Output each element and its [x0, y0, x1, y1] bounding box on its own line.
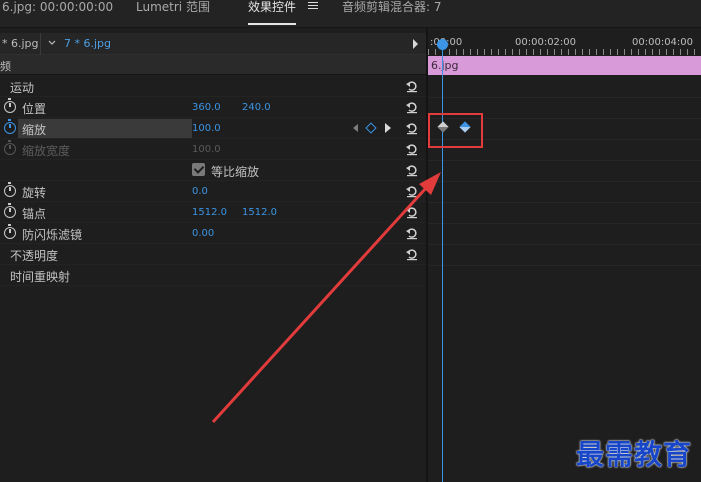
anchor-label: 锚点	[22, 207, 47, 221]
reset-icon[interactable]	[405, 226, 419, 240]
playhead-handle[interactable]	[437, 39, 448, 50]
chevron-down-icon[interactable]	[48, 39, 56, 47]
next-keyframe-icon[interactable]	[385, 123, 391, 133]
timeline-clip[interactable]: 6.jpg	[428, 56, 701, 75]
position-x-value[interactable]: 360.0	[192, 102, 221, 113]
rotation-value[interactable]: 0.0	[192, 186, 208, 197]
video-effects-header: 频	[0, 55, 426, 75]
sequence-clip-label[interactable]: 7 * 6.jpg	[64, 37, 111, 50]
stopwatch-icon[interactable]	[4, 203, 16, 218]
track-line	[428, 181, 701, 182]
stopwatch-icon[interactable]	[4, 182, 16, 197]
scale-value[interactable]: 100.0	[192, 123, 221, 134]
effect-row-anchor-point[interactable]: 锚点 1512.0 1512.0	[0, 202, 426, 223]
opacity-label: 不透明度	[10, 249, 59, 263]
track-line	[428, 97, 701, 98]
add-keyframe-icon[interactable]	[365, 122, 377, 134]
anchor-x-value[interactable]: 1512.0	[192, 207, 227, 218]
position-y-value[interactable]: 240.0	[242, 102, 271, 113]
play-triangle-icon[interactable]	[413, 39, 418, 49]
stopwatch-icon[interactable]	[4, 224, 16, 239]
reset-icon[interactable]	[405, 205, 419, 219]
time-ruler[interactable]: :00:00 00:00:02:00 00:00:04:00	[428, 33, 701, 55]
anchor-y-value[interactable]: 1512.0	[242, 207, 277, 218]
divider	[40, 33, 41, 55]
effect-row-scale-width: 缩放宽度 100.0	[0, 139, 426, 160]
tab-source-monitor[interactable]: 6.jpg: 00:00:00:00	[2, 0, 113, 28]
previous-keyframe-icon[interactable]	[353, 124, 358, 132]
panel-menu-icon[interactable]	[308, 1, 318, 11]
uniform-scale-label: 等比缩放	[211, 165, 260, 179]
position-label: 位置	[22, 102, 47, 116]
clip-name: 6.jpg	[431, 59, 459, 72]
tab-audio-clip-mixer[interactable]: 音频剪辑混合器: 7	[342, 0, 442, 28]
effect-row-scale[interactable]: 缩放 100.0	[0, 118, 426, 139]
anti-flicker-value[interactable]: 0.00	[192, 228, 214, 239]
uniform-scale-checkbox[interactable]	[192, 163, 205, 176]
effect-row-opacity[interactable]: 不透明度	[0, 244, 426, 265]
watermark-logo: 最需教育	[576, 438, 693, 471]
rotation-label: 旋转	[22, 186, 47, 200]
reset-icon[interactable]	[405, 184, 419, 198]
stopwatch-icon	[4, 140, 16, 155]
reset-icon[interactable]	[405, 247, 419, 261]
reset-icon[interactable]	[405, 142, 419, 156]
scale-width-value: 100.0	[192, 144, 221, 155]
reset-icon[interactable]	[405, 121, 419, 135]
ruler-time-label: 00:00:02:00	[515, 37, 577, 48]
effect-row-position[interactable]: 位置 360.0 240.0	[0, 97, 426, 118]
track-line	[428, 202, 701, 203]
scale-label: 缩放	[22, 123, 47, 137]
track-line	[428, 244, 701, 245]
track-line	[428, 160, 701, 161]
panel-tab-bar: 6.jpg: 00:00:00:00 Lumetri 范围 效果控件 音频剪辑混…	[0, 0, 701, 28]
motion-label: 运动	[10, 81, 35, 95]
track-line	[428, 265, 701, 266]
section-header-label: 频	[0, 60, 11, 73]
annotation-highlight-box	[428, 113, 483, 148]
effect-row-rotation[interactable]: 旋转 0.0	[0, 181, 426, 202]
reset-icon[interactable]	[405, 163, 419, 177]
time-remap-label: 时间重映射	[10, 270, 71, 284]
tab-lumetri-scopes[interactable]: Lumetri 范围	[136, 0, 210, 28]
anti-flicker-label: 防闪烁滤镜	[22, 228, 83, 242]
reset-icon[interactable]	[405, 100, 419, 114]
effect-controls-timeline[interactable]: :00:00 00:00:02:00 00:00:04:00 6.jpg	[428, 28, 701, 482]
tab-effect-controls[interactable]: 效果控件	[248, 0, 297, 28]
source-clip-label[interactable]: * 6.jpg	[2, 37, 39, 50]
playhead-line[interactable]	[442, 40, 443, 482]
effect-row-time-remapping[interactable]: 时间重映射	[0, 265, 426, 286]
effect-row-motion[interactable]: 运动	[0, 76, 426, 97]
clip-selector-bar: * 6.jpg 7 * 6.jpg	[0, 33, 426, 55]
reset-icon[interactable]	[405, 79, 419, 93]
effect-row-anti-flicker[interactable]: 防闪烁滤镜 0.00	[0, 223, 426, 244]
ruler-time-label: 00:00:04:00	[632, 37, 694, 48]
stopwatch-icon[interactable]	[4, 98, 16, 113]
scale-width-label: 缩放宽度	[22, 144, 71, 158]
ruler-ticks	[428, 49, 701, 55]
stopwatch-icon[interactable]	[4, 119, 16, 134]
track-line	[428, 223, 701, 224]
effect-row-uniform-scale[interactable]: 等比缩放	[0, 160, 426, 181]
